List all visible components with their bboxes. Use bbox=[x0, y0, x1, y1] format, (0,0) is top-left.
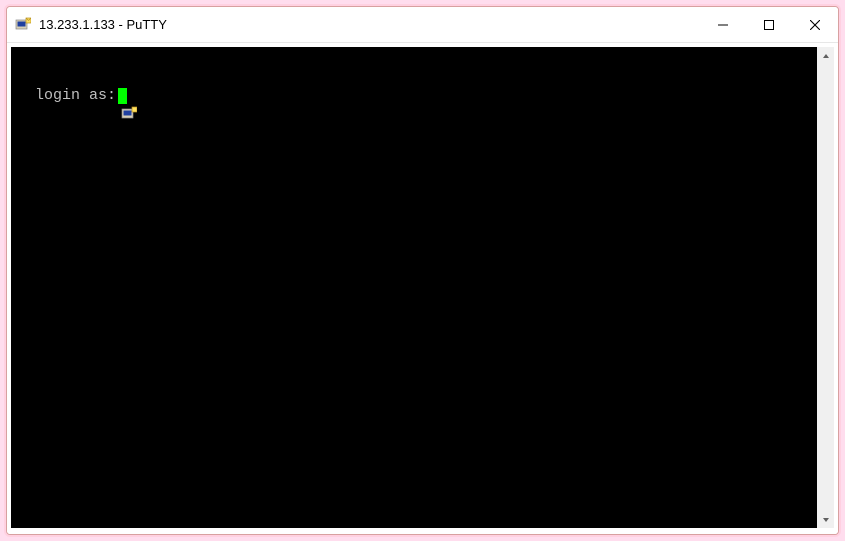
close-button[interactable] bbox=[792, 7, 838, 42]
scroll-up-icon bbox=[822, 52, 830, 60]
terminal-cursor bbox=[118, 88, 127, 104]
window-title: 13.233.1.133 - PuTTY bbox=[39, 17, 167, 32]
scroll-up-button[interactable] bbox=[817, 47, 834, 64]
window-controls bbox=[700, 7, 838, 42]
scroll-down-button[interactable] bbox=[817, 511, 834, 528]
terminal[interactable]: login as: bbox=[11, 47, 817, 528]
putty-window: 13.233.1.133 - PuTTY bbox=[6, 6, 839, 535]
terminal-line: login as: bbox=[13, 87, 811, 105]
titlebar[interactable]: 13.233.1.133 - PuTTY bbox=[7, 7, 838, 43]
scroll-down-icon bbox=[822, 516, 830, 524]
maximize-icon bbox=[764, 20, 774, 30]
putty-icon bbox=[15, 17, 31, 33]
client-area: login as: bbox=[7, 43, 838, 534]
minimize-button[interactable] bbox=[700, 7, 746, 42]
terminal-container: login as: bbox=[11, 47, 834, 528]
close-icon bbox=[810, 20, 820, 30]
putty-sysmenu-icon[interactable] bbox=[13, 88, 29, 104]
login-prompt: login as: bbox=[35, 87, 116, 105]
scrollbar-track[interactable] bbox=[817, 64, 834, 511]
maximize-button[interactable] bbox=[746, 7, 792, 42]
vertical-scrollbar[interactable] bbox=[817, 47, 834, 528]
minimize-icon bbox=[718, 20, 728, 30]
